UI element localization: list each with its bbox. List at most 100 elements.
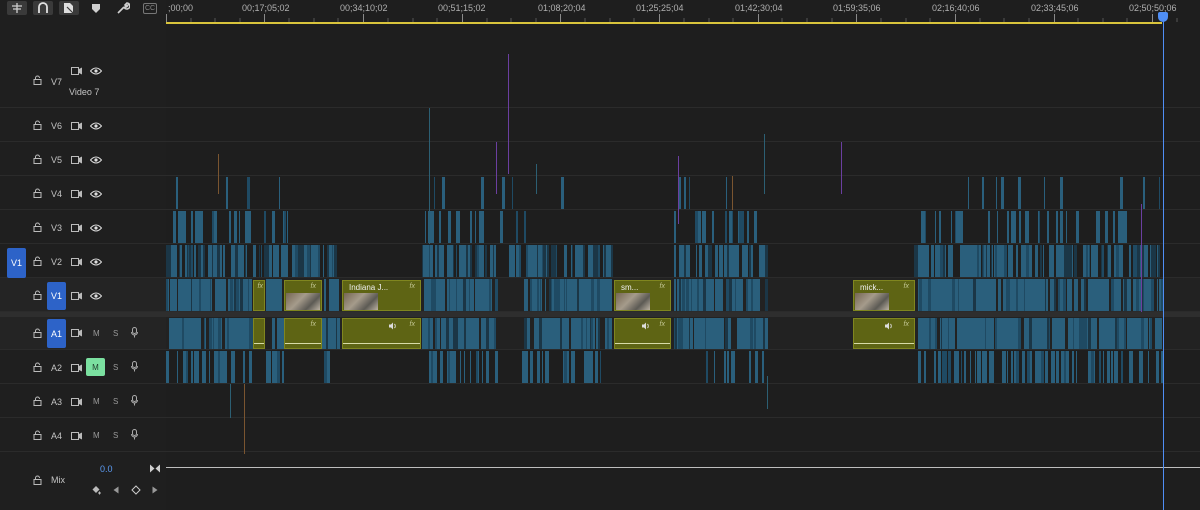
clip-segment[interactable]	[605, 318, 607, 349]
clip-segment[interactable]	[1011, 351, 1012, 383]
clip-segment[interactable]	[287, 211, 288, 243]
clip-segment[interactable]	[186, 351, 188, 383]
clip-segment[interactable]	[965, 245, 966, 277]
clip-segment[interactable]	[923, 245, 926, 277]
clip-segment[interactable]	[541, 279, 542, 311]
clip-segment[interactable]	[473, 279, 474, 311]
clip-segment[interactable]	[1038, 351, 1041, 383]
clip-segment[interactable]	[598, 245, 600, 277]
clip-segment[interactable]	[567, 279, 569, 311]
clip-segment[interactable]	[1027, 351, 1030, 383]
clip-segment[interactable]	[470, 245, 472, 277]
clip-segment[interactable]	[938, 279, 939, 311]
clip-segment[interactable]	[1107, 318, 1108, 349]
clip-segment[interactable]	[1035, 351, 1038, 383]
next-keyframe-icon[interactable]	[152, 486, 158, 494]
clip-segment[interactable]	[952, 318, 955, 349]
clip-segment[interactable]	[1143, 177, 1145, 209]
clip-segment[interactable]	[919, 279, 922, 311]
clip-segment[interactable]	[470, 351, 471, 383]
clip-segment[interactable]	[692, 279, 694, 311]
clip-segment[interactable]	[208, 245, 211, 277]
mix-end-bracket-icon[interactable]	[150, 464, 160, 473]
clip-segment[interactable]	[987, 318, 988, 349]
clip-segment[interactable]	[204, 318, 205, 349]
clip-segment[interactable]	[590, 318, 591, 349]
clip-segment[interactable]	[1026, 211, 1029, 243]
clip-segment[interactable]	[689, 279, 690, 311]
clip-segment[interactable]	[674, 279, 675, 311]
clip-segment[interactable]	[1143, 279, 1144, 311]
clip-segment[interactable]	[283, 211, 284, 243]
toggle-sync-lock-icon[interactable]	[71, 364, 82, 372]
clip-segment[interactable]	[1011, 211, 1014, 243]
clip-segment[interactable]	[272, 318, 275, 349]
clip-segment[interactable]	[436, 279, 438, 311]
previous-keyframe-icon[interactable]	[113, 486, 119, 494]
clip-segment[interactable]	[958, 279, 959, 311]
clip-segment[interactable]	[1153, 245, 1156, 277]
clip-segment[interactable]	[763, 351, 764, 383]
clip-segment[interactable]	[478, 351, 479, 383]
clip-segment[interactable]	[583, 318, 586, 349]
clip-segment[interactable]	[745, 245, 748, 277]
clip-segment[interactable]	[997, 318, 999, 349]
clip-segment[interactable]	[1092, 279, 1095, 311]
clip-segment[interactable]	[574, 279, 576, 311]
clip-segment[interactable]	[999, 318, 1001, 349]
track-lane-mix[interactable]	[166, 452, 1200, 510]
clip-segment[interactable]	[937, 279, 938, 311]
clip-segment[interactable]	[995, 279, 996, 311]
clip-segment[interactable]	[1102, 245, 1104, 277]
clip-segment[interactable]	[719, 245, 722, 277]
clip-segment[interactable]	[1122, 318, 1124, 349]
clip-segment[interactable]	[713, 318, 716, 349]
clip-segment[interactable]	[245, 279, 247, 311]
clip-segment[interactable]	[954, 351, 955, 383]
clip-segment[interactable]	[510, 245, 512, 277]
clip-segment[interactable]	[983, 279, 984, 311]
clip-segment[interactable]	[277, 279, 279, 311]
clip-segment[interactable]	[958, 211, 961, 243]
clip-segment[interactable]	[1056, 351, 1059, 383]
clip-segment[interactable]	[726, 177, 727, 209]
volume-line[interactable]	[615, 343, 670, 344]
clip-segment[interactable]	[313, 245, 314, 277]
clip-segment[interactable]	[214, 211, 217, 243]
clip-segment[interactable]	[694, 318, 695, 349]
clip-segment[interactable]	[1015, 211, 1016, 243]
clip-segment[interactable]	[556, 318, 557, 349]
clip-segment[interactable]	[580, 245, 583, 277]
clip-segment[interactable]	[1040, 279, 1043, 311]
clip-segment[interactable]	[526, 245, 528, 277]
clip-segment[interactable]	[184, 351, 186, 383]
clip-segment[interactable]	[593, 245, 594, 277]
clip-segment[interactable]	[1109, 245, 1111, 277]
clip-segment[interactable]	[334, 279, 336, 311]
clip-segment[interactable]	[1138, 318, 1141, 349]
clip-segment[interactable]	[1051, 279, 1052, 311]
clip-segment[interactable]	[1059, 279, 1060, 311]
clip-segment[interactable]	[1061, 318, 1063, 349]
clip-segment[interactable]	[323, 318, 325, 349]
clip-segment[interactable]	[268, 245, 269, 277]
clip-segment[interactable]	[947, 318, 948, 349]
clip-segment[interactable]	[432, 245, 433, 277]
clip-segment[interactable]	[448, 211, 451, 243]
clip-segment[interactable]	[277, 351, 280, 383]
clip-segment[interactable]	[572, 245, 573, 277]
clip-segment[interactable]	[1029, 245, 1032, 277]
clip-segment[interactable]	[1081, 318, 1084, 349]
clip-segment[interactable]	[1057, 318, 1060, 349]
clip-segment[interactable]	[283, 245, 286, 277]
clip-segment[interactable]	[536, 164, 537, 194]
clip-segment[interactable]	[732, 279, 734, 311]
clip-segment[interactable]	[333, 245, 334, 277]
clip-segment[interactable]	[318, 245, 320, 277]
toggle-track-output-icon[interactable]	[90, 292, 102, 300]
clip-segment[interactable]	[450, 279, 453, 311]
clip-segment[interactable]	[215, 351, 218, 383]
clip-segment[interactable]	[940, 279, 943, 311]
mute-button-a4[interactable]: M	[93, 431, 100, 440]
clip-segment[interactable]	[247, 177, 250, 209]
